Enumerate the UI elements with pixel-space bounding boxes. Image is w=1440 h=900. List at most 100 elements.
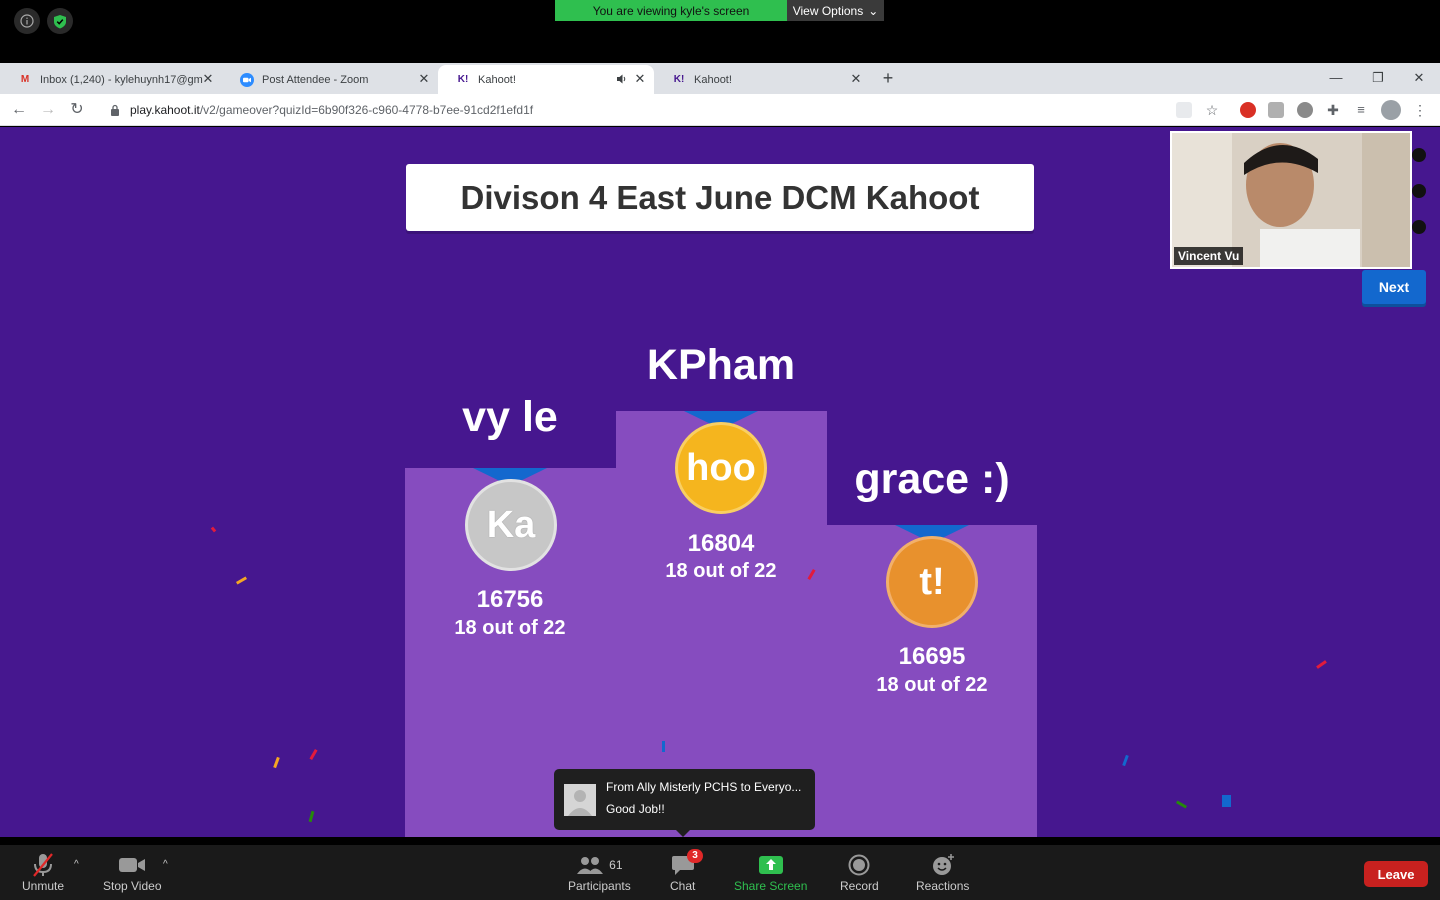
close-icon[interactable]: ✕: [416, 71, 432, 87]
side-control-icon[interactable]: [1412, 184, 1426, 198]
second-place-name: vy le: [462, 393, 558, 441]
lock-icon: [110, 104, 120, 116]
confetti-piece: [235, 576, 248, 585]
gmail-icon: M: [20, 74, 30, 85]
tab-gmail[interactable]: M Inbox (1,240) - kylehuynh17@gm ✕: [0, 65, 222, 94]
speaker-icon[interactable]: [616, 73, 628, 85]
viewing-banner: You are viewing kyle's screen View Optio…: [555, 0, 884, 21]
bookmark-star-icon[interactable]: ☆: [1204, 102, 1220, 118]
new-tab-button[interactable]: +: [878, 68, 898, 88]
confetti-piece: [1316, 660, 1327, 669]
participants-button[interactable]: 61 Participants: [568, 851, 631, 893]
extension-icon[interactable]: [1268, 102, 1284, 118]
stop-video-button[interactable]: Stop Video: [103, 851, 162, 893]
window-close-icon[interactable]: ✕: [1405, 67, 1433, 89]
first-place-score: 16804: [687, 530, 755, 557]
close-icon[interactable]: ✕: [632, 71, 648, 87]
puzzle-icon[interactable]: ✚: [1325, 102, 1341, 118]
translate-icon[interactable]: [1176, 102, 1192, 118]
third-place-score: 16695: [898, 643, 966, 670]
bronze-medal-icon: t!: [886, 536, 978, 628]
close-icon[interactable]: ✕: [200, 71, 216, 87]
view-options-button[interactable]: View Options ⌄: [787, 0, 884, 21]
share-screen-label: Share Screen: [734, 879, 808, 893]
screen: You are viewing kyle's screen View Optio…: [0, 0, 1440, 900]
leave-button[interactable]: Leave: [1364, 861, 1428, 887]
caret-up-icon[interactable]: ^: [74, 859, 79, 870]
media-queue-icon[interactable]: ≡: [1353, 102, 1369, 118]
address-bar: ← → ↻ play.kahoot.it/v2/gameover?quizId=…: [0, 94, 1440, 126]
close-icon[interactable]: ✕: [848, 71, 864, 87]
participant-name: Vincent Vu: [1174, 247, 1244, 265]
avatar: [564, 784, 596, 816]
silver-medal-icon: Ka: [465, 479, 557, 571]
shield-icon[interactable]: [47, 8, 73, 34]
confetti-piece: [1122, 754, 1129, 767]
confetti-piece: [309, 748, 318, 761]
zoom-top-bar: You are viewing kyle's screen View Optio…: [0, 0, 1440, 63]
adblock-icon[interactable]: [1240, 102, 1256, 118]
chat-unread-badge: 3: [687, 849, 703, 863]
back-icon[interactable]: ←: [8, 99, 30, 121]
side-control-icon[interactable]: [1412, 220, 1426, 234]
chat-notification[interactable]: From Ally Misterly PCHS to Everyo... Goo…: [554, 769, 815, 837]
tab-title: Inbox (1,240) - kylehuynh17@gm: [40, 73, 203, 86]
unmute-label: Unmute: [22, 879, 65, 893]
tab-zoom[interactable]: Post Attendee - Zoom ✕: [222, 65, 438, 94]
menu-kebab-icon[interactable]: ⋮: [1412, 102, 1428, 118]
record-button[interactable]: Record: [840, 851, 879, 893]
url-host: play.kahoot.it: [130, 103, 200, 117]
confetti-piece: [210, 526, 217, 533]
profile-avatar[interactable]: [1381, 100, 1401, 120]
url-field[interactable]: play.kahoot.it/v2/gameover?quizId=6b90f3…: [100, 98, 1228, 122]
next-button[interactable]: Next: [1362, 270, 1426, 304]
url-path: /v2/gameover?quizId=6b90f326-c960-4778-b…: [199, 103, 534, 117]
confetti-piece: [662, 741, 665, 752]
first-place-correct: 18 out of 22: [665, 560, 777, 582]
participants-label: Participants: [568, 879, 631, 893]
confetti-piece: [273, 756, 280, 769]
first-place-name: KPham: [646, 341, 796, 389]
kahoot-icon: K!: [673, 74, 685, 85]
record-label: Record: [840, 879, 879, 893]
video-camera-icon: [118, 851, 146, 879]
gold-medal-icon: hoo: [675, 422, 767, 514]
reactions-label: Reactions: [916, 879, 970, 893]
minimize-icon[interactable]: —: [1322, 67, 1350, 89]
view-options-label: View Options: [792, 3, 864, 18]
tab-kahoot[interactable]: K! Kahoot! ✕: [654, 65, 870, 94]
zoom-toolbar: Unmute ^ Stop Video ^ 61 Participants Ch…: [0, 845, 1440, 900]
stop-video-label: Stop Video: [103, 879, 162, 893]
reactions-button[interactable]: Reactions: [916, 851, 969, 893]
third-place-correct: 18 out of 22: [876, 674, 988, 696]
share-screen-icon: [758, 851, 784, 879]
share-screen-button[interactable]: Share Screen: [734, 851, 807, 893]
confetti-piece: [1175, 800, 1188, 809]
chat-sender: From Ally Misterly PCHS to Everyo...: [606, 780, 802, 794]
chevron-down-icon: ⌄: [868, 3, 879, 18]
participants-count: 61: [609, 858, 623, 872]
quiz-title: Divison 4 East June DCM Kahoot: [406, 164, 1034, 231]
muted-mic-icon: [31, 851, 55, 879]
caret-up-icon[interactable]: ^: [163, 859, 168, 870]
second-place-correct: 18 out of 22: [454, 617, 566, 639]
participants-icon: 61: [576, 851, 623, 879]
chat-message: Good Job!!: [606, 802, 665, 816]
third-place-name: grace :): [854, 455, 1010, 503]
unmute-button[interactable]: Unmute: [22, 851, 64, 893]
second-place-score: 16756: [476, 586, 544, 613]
reload-icon[interactable]: ↻: [66, 99, 88, 121]
browser-tab-strip: M Inbox (1,240) - kylehuynh17@gm ✕ Post …: [0, 63, 1440, 94]
restore-icon[interactable]: ❐: [1364, 67, 1392, 89]
info-icon[interactable]: [14, 8, 40, 34]
confetti-piece: [308, 810, 315, 823]
drive-icon[interactable]: [1297, 102, 1313, 118]
participant-video[interactable]: Vincent Vu: [1170, 131, 1412, 269]
confetti-piece: [1222, 795, 1231, 807]
tab-title: Kahoot!: [694, 73, 732, 86]
tab-kahoot-active[interactable]: K! Kahoot! ✕: [438, 65, 654, 94]
side-control-icon[interactable]: [1412, 148, 1426, 162]
kahoot-icon: K!: [457, 74, 469, 85]
zoom-icon: [240, 72, 254, 87]
forward-icon[interactable]: →: [37, 99, 59, 121]
